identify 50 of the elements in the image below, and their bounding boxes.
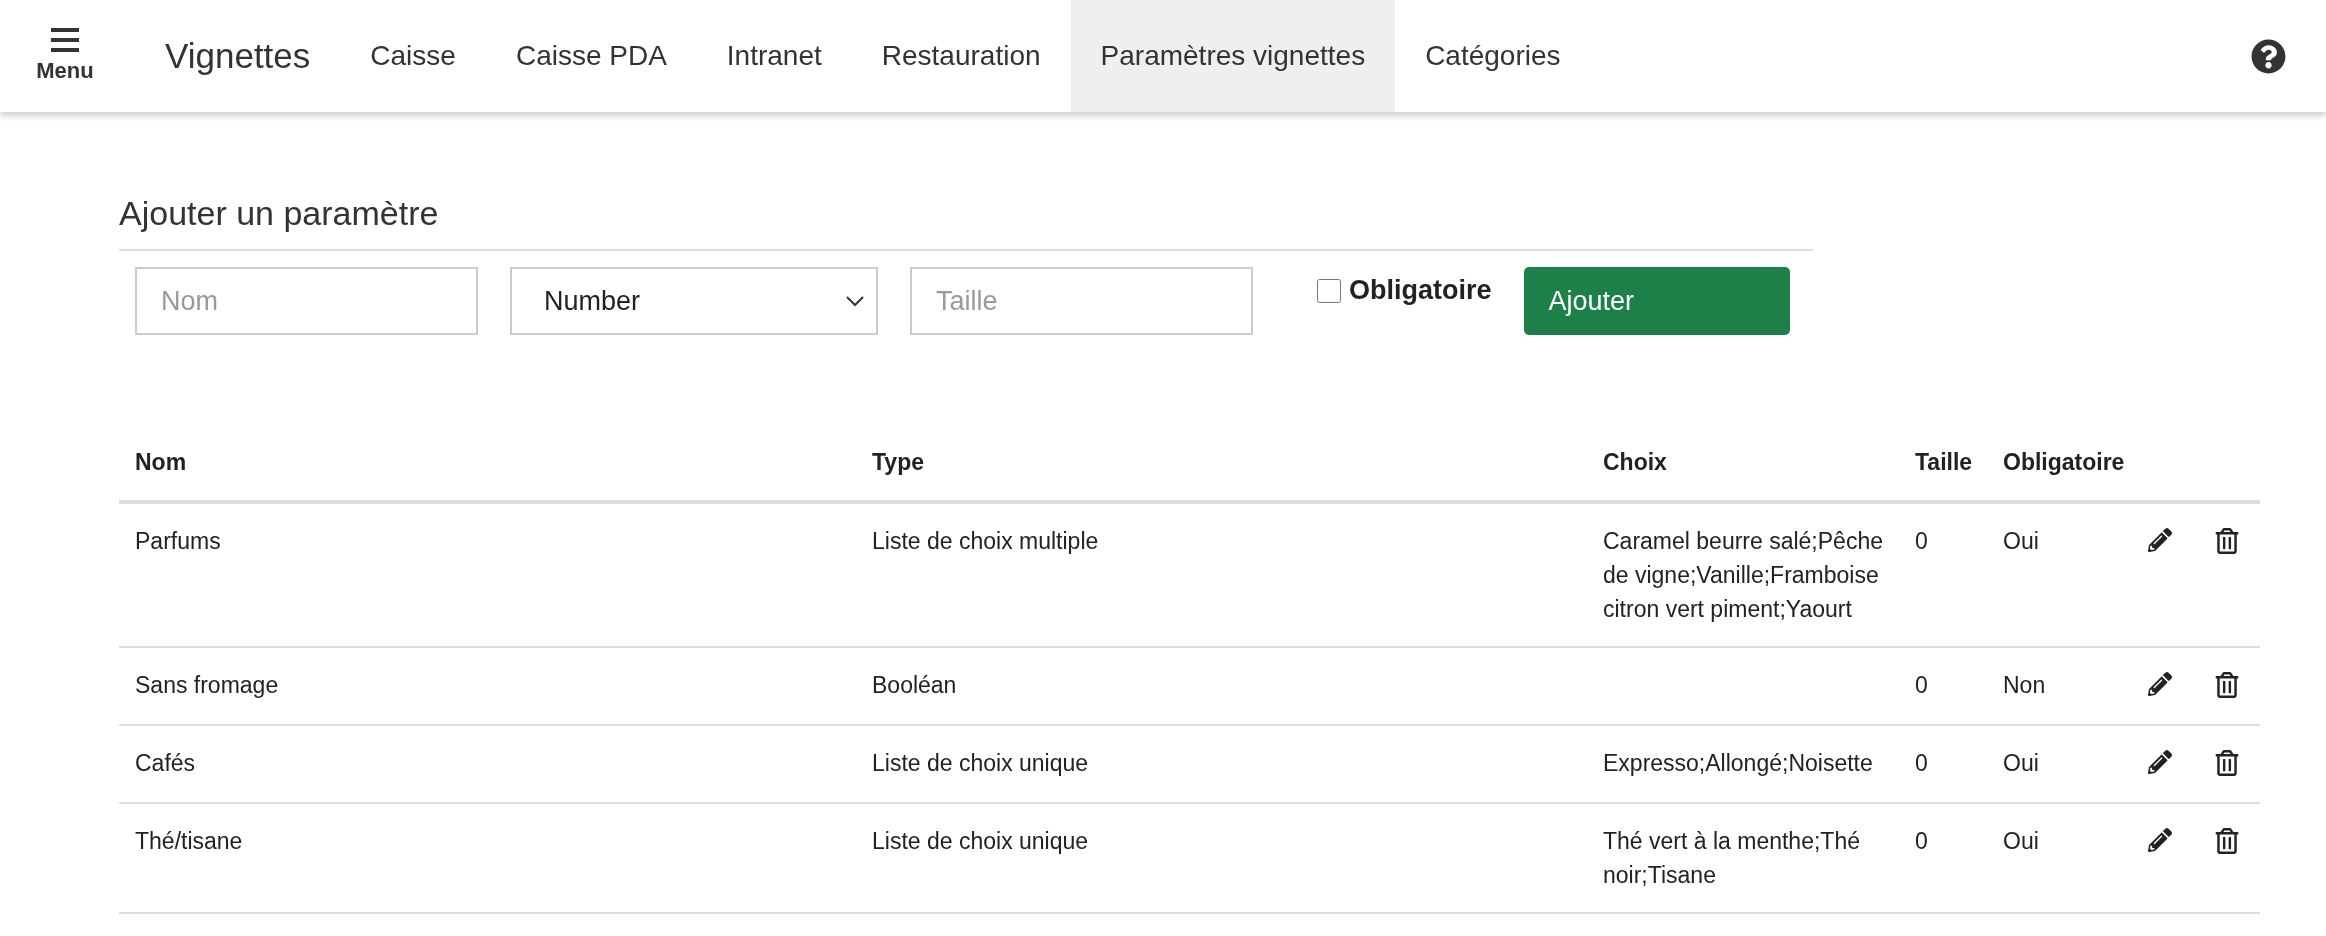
column-header: Obligatoire (1987, 425, 2132, 502)
table-cell: Caramel beurre salé;Pêche de vigne;Vanille;Framboise citron vert piment;Yaourt (1587, 502, 1899, 647)
type-select[interactable]: Number (510, 267, 878, 335)
nav-tab[interactable]: Catégories (1395, 0, 1591, 112)
table-cell: Sans fromage (119, 647, 856, 725)
delete-button[interactable] (2214, 528, 2240, 554)
table-cell: Oui (1987, 725, 2132, 803)
checkbox-label: Obligatoire (1349, 275, 1492, 306)
table-cell: Oui (1987, 502, 2132, 647)
nav-tab[interactable]: Restauration (851, 0, 1071, 112)
edit-button[interactable] (2148, 828, 2172, 852)
add-button[interactable]: Ajouter (1523, 267, 1790, 335)
table-cell: Oui (1987, 803, 2132, 913)
table-cell: 0 (1899, 725, 1987, 803)
menu-icon (51, 28, 79, 52)
table-cell: Cafés (119, 725, 856, 803)
name-field[interactable]: Nom (135, 267, 478, 335)
delete-button[interactable] (2214, 672, 2240, 698)
column-header: Type (856, 425, 1587, 502)
menu-button[interactable]: Menu (0, 0, 130, 112)
chevron-icon (846, 295, 864, 307)
table-cell: Liste de choix unique (856, 803, 1587, 913)
table-cell: Non (1987, 647, 2132, 725)
nav-tab[interactable]: Paramètres vignettes (1070, 0, 1396, 112)
column-header: Nom (119, 425, 856, 502)
table-cell: 0 (1899, 647, 1987, 725)
table-cell: Liste de choix multiple (856, 502, 1587, 647)
table-cell: Thé/tisane (119, 803, 856, 913)
table-cell: Thé vert à la menthe;Thé noir;Tisane (1587, 803, 1899, 913)
table-cell: Expresso;Allongé;Noisette (1587, 725, 1899, 803)
table-cell: Liste de choix unique (856, 725, 1587, 803)
column-header: Choix (1587, 425, 1899, 502)
nav-tab[interactable]: Caisse (340, 0, 486, 112)
section-title: Ajouter un paramètre (119, 194, 1813, 251)
help-icon[interactable] (2251, 38, 2286, 74)
delete-button[interactable] (2214, 750, 2240, 776)
edit-button[interactable] (2148, 672, 2172, 696)
table-cell: 0 (1899, 502, 1987, 647)
table-cell: 0 (1899, 803, 1987, 913)
brand-title[interactable]: Vignettes (130, 0, 341, 112)
size-field[interactable]: Taille (910, 267, 1253, 335)
edit-button[interactable] (2148, 528, 2172, 552)
required-checkbox[interactable] (1317, 278, 1341, 303)
delete-button[interactable] (2214, 828, 2240, 854)
nav-tab[interactable]: Intranet (696, 0, 852, 112)
table-cell: Parfums (119, 502, 856, 647)
table-cell: Booléan (856, 647, 1587, 725)
column-header: Taille (1899, 425, 1987, 502)
edit-button[interactable] (2148, 750, 2172, 774)
nav-tab[interactable]: Caisse PDA (485, 0, 697, 112)
